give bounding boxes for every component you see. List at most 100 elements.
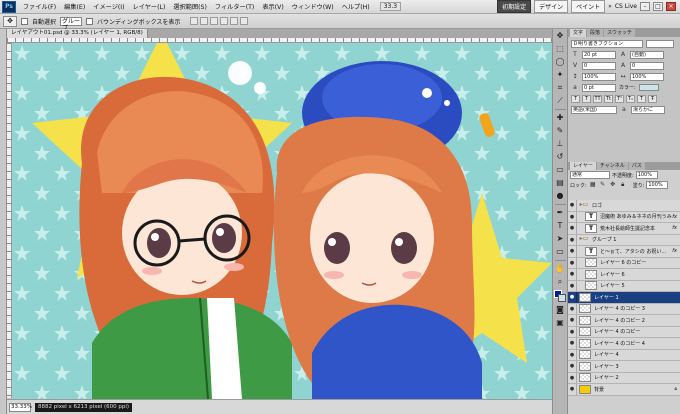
align-bottom-icon[interactable] (210, 17, 219, 25)
path-select-icon[interactable]: ➤ (555, 234, 566, 244)
visibility-eye-icon[interactable]: ● (568, 326, 577, 337)
font-family-dropdown[interactable]: Ｄ明り書きフクション (571, 39, 643, 48)
superscript-button[interactable]: T¹ (615, 95, 624, 103)
menu-image[interactable]: イメージ(I) (89, 2, 128, 11)
layer-row[interactable]: ● レイヤー 4 (568, 349, 680, 361)
visibility-eye-icon[interactable]: ● (568, 246, 577, 257)
move-tool-icon[interactable]: ✥ (555, 31, 566, 41)
visibility-eye-icon[interactable]: ● (568, 303, 577, 314)
layer-row[interactable]: ● レイヤー 1 (568, 292, 680, 304)
zoom-level-field[interactable]: 33.33% (9, 402, 32, 412)
auto-select-dropdown[interactable]: グループ (60, 16, 83, 32)
layer-row[interactable]: ● レイヤー 4 のコピー 3 (568, 303, 680, 315)
visibility-eye-icon[interactable]: ● (568, 384, 577, 395)
visibility-eye-icon[interactable]: ● (568, 338, 577, 349)
font-size-field[interactable]: 20 pt (582, 50, 616, 59)
layer-row[interactable]: ● 背景 🔒︎ (568, 384, 680, 396)
layer-row[interactable]: ● レイヤー 2 (568, 372, 680, 384)
menu-window[interactable]: ウィンドウ(W) (288, 2, 338, 11)
tab-channels[interactable]: チャンネル (596, 162, 628, 170)
lock-pixels-icon[interactable]: ✎ (599, 181, 607, 189)
quick-mask-icon[interactable]: ◙ (555, 305, 566, 315)
fill-field[interactable]: 100% (646, 181, 669, 189)
layer-row[interactable]: ● T と〜ぉて、アタシの お祝い… fx (568, 246, 680, 258)
layer-row[interactable]: ● レイヤー 4 のコピー (568, 326, 680, 338)
visibility-eye-icon[interactable]: ● (568, 200, 577, 211)
leading-field[interactable]: (自動) (630, 50, 664, 59)
cs-live-button[interactable]: CS Live (615, 3, 637, 10)
layer-effects-icon[interactable]: fx (672, 214, 680, 220)
auto-select-checkbox[interactable] (21, 17, 28, 25)
tab-layers[interactable]: レイヤー (570, 162, 596, 170)
tab-character[interactable]: 文字 (570, 29, 587, 37)
align-left-icon[interactable] (220, 17, 229, 25)
menu-edit[interactable]: 編集(E) (60, 2, 89, 11)
magic-wand-icon[interactable]: ✦ (555, 70, 566, 80)
opacity-field[interactable]: 100% (635, 171, 658, 179)
layer-effects-icon[interactable]: fx (672, 225, 680, 231)
visibility-eye-icon[interactable]: ● (568, 257, 577, 268)
visibility-eye-icon[interactable]: ● (568, 269, 577, 280)
menu-help[interactable]: ヘルプ(H) (338, 2, 374, 11)
visibility-eye-icon[interactable]: ● (568, 315, 577, 326)
workspace-design-button[interactable]: デザイン (534, 0, 569, 13)
visibility-eye-icon[interactable]: ● (568, 211, 577, 222)
visibility-eye-icon[interactable]: ● (568, 349, 577, 360)
kerning-field[interactable]: 0 (582, 61, 616, 70)
dodge-tool-icon[interactable]: ● (555, 191, 566, 201)
align-right-icon[interactable] (240, 17, 249, 25)
underline-button[interactable]: T (637, 95, 646, 103)
all-caps-button[interactable]: TT (593, 95, 602, 103)
layer-row[interactable]: ● ▸▭ グループ 1 (568, 234, 680, 246)
faux-italic-button[interactable]: T (582, 95, 591, 103)
visibility-eye-icon[interactable]: ● (568, 280, 577, 291)
layer-row[interactable]: ● T 荒木社長絵師生誕記念本 fx (568, 223, 680, 235)
text-color-swatch[interactable] (638, 84, 659, 91)
align-top-icon[interactable] (190, 17, 199, 25)
document-canvas[interactable] (12, 43, 552, 399)
zoom-dropdown[interactable]: 33.3 (379, 2, 402, 11)
menu-select[interactable]: 選択範囲(S) (169, 2, 211, 11)
visibility-eye-icon[interactable]: ● (568, 361, 577, 372)
color-swatches[interactable] (554, 290, 566, 302)
layer-row[interactable]: ● レイヤー 3 (568, 361, 680, 373)
zoom-tool-icon[interactable]: ⌕ (555, 277, 566, 287)
document-info[interactable]: 8882 pixel x 6213 pixel (600 ppi) (35, 402, 133, 412)
layer-row[interactable]: ● レイヤー 4 のコピー 2 (568, 315, 680, 327)
menu-layer[interactable]: レイヤー(L) (129, 2, 170, 11)
history-brush-icon[interactable]: ↺ (555, 152, 566, 162)
lasso-tool-icon[interactable]: ◯ (555, 57, 566, 67)
strikethrough-button[interactable]: Ŧ (648, 95, 657, 103)
subscript-button[interactable]: T₁ (626, 95, 635, 103)
align-center-icon[interactable] (230, 17, 239, 25)
tab-paragraph[interactable]: 段落 (587, 29, 604, 37)
layer-row[interactable]: ● レイヤー 4 のコピー 4 (568, 338, 680, 350)
layer-row[interactable]: ● レイヤー 5 (568, 280, 680, 292)
tab-paths[interactable]: パス (628, 162, 645, 170)
language-dropdown[interactable]: 英語(米国) (571, 105, 617, 114)
workspace-default-button[interactable]: 初期設定 (497, 0, 532, 13)
align-middle-icon[interactable] (200, 17, 209, 25)
workspace-paint-button[interactable]: ペイント (571, 0, 606, 13)
brush-tool-icon[interactable]: ✎ (555, 126, 566, 136)
eyedropper-icon[interactable]: ⟋ (555, 96, 566, 106)
stamp-tool-icon[interactable]: ⊥ (555, 139, 566, 149)
menu-view[interactable]: 表示(V) (258, 2, 287, 11)
lock-transparency-icon[interactable]: ▦ (589, 181, 597, 189)
marquee-tool-icon[interactable]: ⬚ (555, 44, 566, 54)
blend-mode-dropdown[interactable]: 通常 (570, 171, 610, 179)
lock-position-icon[interactable]: ✥ (609, 181, 617, 189)
maximize-icon[interactable]: □ (653, 2, 663, 11)
layer-effects-icon[interactable]: fx (672, 248, 680, 254)
horizontal-scale-field[interactable]: 100% (630, 72, 664, 81)
background-color-swatch[interactable] (558, 294, 566, 302)
layer-row[interactable]: ● レイヤー 6 のコピー (568, 257, 680, 269)
vertical-scale-field[interactable]: 100% (582, 72, 616, 81)
document-tab[interactable]: レイヤアウト01.psd @ 33.3% (レイヤー 1, RGB/8) (7, 29, 148, 38)
visibility-eye-icon[interactable]: ● (568, 292, 577, 303)
workspace-more-button[interactable]: » (608, 3, 612, 10)
visibility-eye-icon[interactable]: ● (568, 372, 577, 383)
layer-row[interactable]: ● T 沼魔術 あゆみ＆ネネの月刊うみ fx (568, 211, 680, 223)
gradient-tool-icon[interactable]: ▤ (555, 178, 566, 188)
visibility-eye-icon[interactable]: ● (568, 223, 577, 234)
